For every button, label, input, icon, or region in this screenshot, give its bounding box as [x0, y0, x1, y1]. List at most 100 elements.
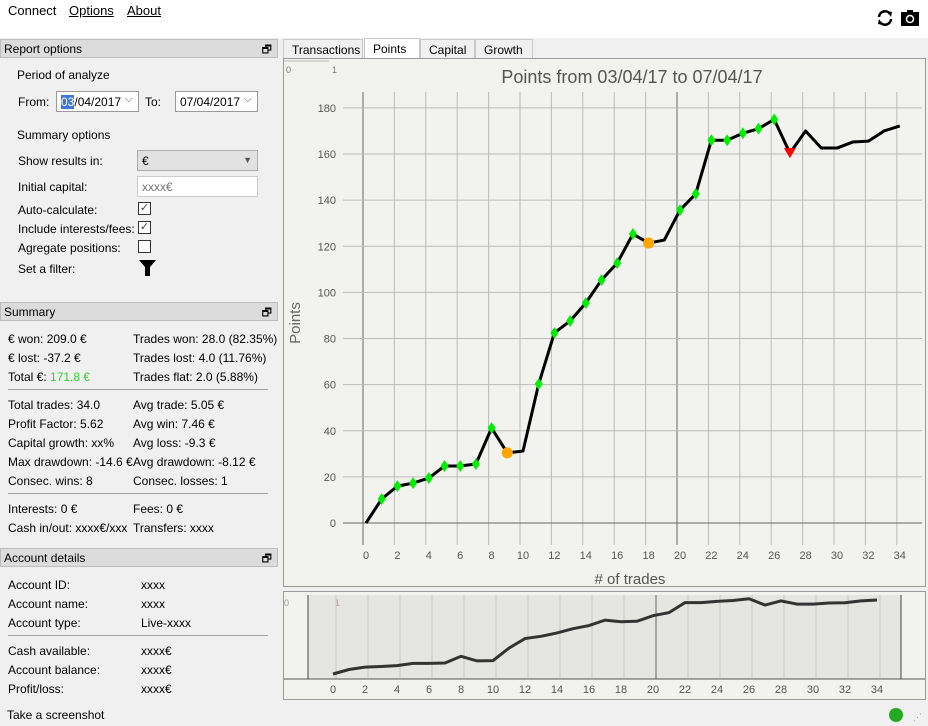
summary-stat: Trades won: 28.0 (82.35%) [133, 332, 278, 346]
menu-about[interactable]: About [127, 3, 161, 18]
summary-stat: Consec. wins: 8 [8, 474, 93, 488]
auto-calculate-label: Auto-calculate: [18, 203, 98, 217]
y-tick-label: 20 [324, 472, 336, 484]
summary-header: Summary 🗗 [0, 302, 278, 321]
flat-marker [501, 447, 513, 459]
account-details-header: Account details 🗗 [0, 548, 278, 567]
tab-capital[interactable]: Capital [420, 39, 475, 59]
connection-indicator [889, 708, 903, 722]
include-interests-checkbox[interactable]: ✓ [138, 221, 151, 234]
account-field-value: Live-xxxx [141, 616, 192, 630]
account-field-label: Account type: [8, 616, 81, 630]
x-tick-label: 12 [519, 684, 531, 696]
x-tick-label: 26 [743, 684, 755, 696]
status-text: Take a screenshot [7, 708, 105, 722]
initial-capital-input[interactable] [137, 176, 258, 197]
divider [8, 493, 268, 494]
resize-grip-icon[interactable]: ⋰ [913, 712, 922, 723]
loss-marker [783, 148, 796, 159]
summary-stat: Interests: 0 € [8, 502, 78, 516]
summary-stat: Trades lost: 4.0 (11.76%) [133, 351, 267, 365]
overview-chart-panel: 0 1 0 2 4 6 8 10 12 14 16 18 20 22 24 26 28 30 32 34 [283, 591, 926, 700]
y-tick-label: 40 [324, 426, 336, 438]
from-day-selected: 03 [61, 95, 75, 109]
win-marker [409, 477, 418, 490]
x-tick-label: 32 [839, 684, 851, 696]
overview-chart[interactable]: 0 10 2 4 6 8 10 12 14 16 18 20 22 24 26 28 30 32 34 [284, 592, 925, 699]
summary-stat: Capital growth: xx% [8, 436, 115, 450]
account-field-label: Account name: [8, 597, 89, 611]
panel-title: Report options [4, 42, 83, 56]
refresh-icon[interactable] [876, 9, 894, 27]
x-tick-label: 28 [775, 684, 787, 696]
x-tick-label: 6 [457, 550, 463, 562]
y-axis-label: Points [287, 302, 304, 344]
account-field-value: xxxx€ [141, 644, 172, 658]
x-tick-label: 6 [426, 684, 432, 696]
points-chart[interactable]: Points from 03/04/17 to 07/04/170 10 2 4 6 8 1… [284, 59, 925, 588]
y-tick-label: 100 [318, 287, 336, 299]
account-field-label: Account ID: [8, 578, 71, 592]
x-tick-label: 0 [330, 684, 336, 696]
summary-stat: Total trades: 34.0 [8, 398, 101, 412]
x-tick-label: 24 [737, 550, 749, 562]
account-field-value: xxxx€ [141, 682, 172, 696]
tab-growth[interactable]: Growth [475, 39, 533, 59]
show-results-select[interactable]: € ▼ [137, 150, 258, 171]
corner-label: 0 [286, 65, 291, 75]
corner-label: 0 [284, 598, 289, 608]
tab-points[interactable]: Points [364, 38, 420, 59]
x-tick-label: 4 [394, 684, 400, 696]
account-field-value: xxxx€ [141, 663, 172, 677]
camera-icon[interactable] [901, 9, 919, 27]
summary-stat: Consec. losses: 1 [133, 474, 228, 488]
x-tick-label: 18 [615, 684, 627, 696]
summary-total: Total €: 171.8 € [8, 370, 90, 384]
menu-connect[interactable]: Connect [8, 3, 56, 18]
win-marker [723, 134, 732, 147]
chevron-down-icon: ⌵ [124, 93, 133, 105]
x-tick-label: 30 [807, 684, 819, 696]
x-tick-label: 8 [489, 550, 495, 562]
x-tick-label: 16 [611, 550, 623, 562]
x-tick-label: 20 [647, 684, 659, 696]
menu-options[interactable]: Options [69, 3, 114, 18]
x-tick-label: 24 [711, 684, 723, 696]
from-label: From: [18, 95, 50, 109]
filter-icon[interactable] [139, 259, 156, 276]
x-tick-label: 12 [548, 550, 560, 562]
divider [8, 635, 268, 636]
report-options-header: Report options 🗗 [0, 39, 278, 58]
aggregate-checkbox[interactable] [138, 240, 151, 253]
panel-title: Summary [4, 305, 56, 319]
x-tick-label: 34 [894, 550, 906, 562]
account-field-label: Profit/loss: [8, 682, 65, 696]
panel-title: Account details [4, 551, 86, 565]
tab-transactions[interactable]: Transactions [283, 39, 363, 59]
float-panel-icon[interactable]: 🗗 [262, 41, 272, 60]
dropdown-arrow-icon: ▼ [243, 155, 252, 165]
float-panel-icon[interactable]: 🗗 [262, 304, 272, 323]
summary-stat: Avg drawdown: -8.12 € [133, 455, 256, 469]
x-tick-label: 22 [705, 550, 717, 562]
include-interests-label: Include interests/fees: [18, 222, 135, 236]
x-axis-label: # of trades [595, 571, 666, 586]
y-tick-label: 180 [318, 103, 336, 115]
account-field-value: xxxx [141, 578, 165, 592]
corner-label: 1 [332, 65, 337, 75]
to-date-picker[interactable]: 07/04/2017 ⌵ [175, 91, 258, 112]
x-tick-label: 10 [517, 550, 529, 562]
filter-label: Set a filter: [18, 262, 76, 276]
from-date-picker[interactable]: 03/04/2017 ⌵ [56, 91, 139, 112]
summary-stat: Max drawdown: -14.6 € [8, 455, 133, 469]
x-tick-label: 34 [871, 684, 883, 696]
summary-stat: Fees: 0 € [133, 502, 184, 516]
float-panel-icon[interactable]: 🗗 [262, 550, 272, 569]
x-tick-label: 20 [674, 550, 686, 562]
initial-capital-label: Initial capital: [18, 180, 88, 194]
auto-calculate-checkbox[interactable]: ✓ [138, 202, 151, 215]
summary-stat: Profit Factor: 5.62 [8, 417, 104, 431]
aggregate-label: Agregate positions: [18, 241, 121, 255]
win-marker [754, 122, 763, 135]
show-results-label: Show results in: [18, 154, 103, 168]
